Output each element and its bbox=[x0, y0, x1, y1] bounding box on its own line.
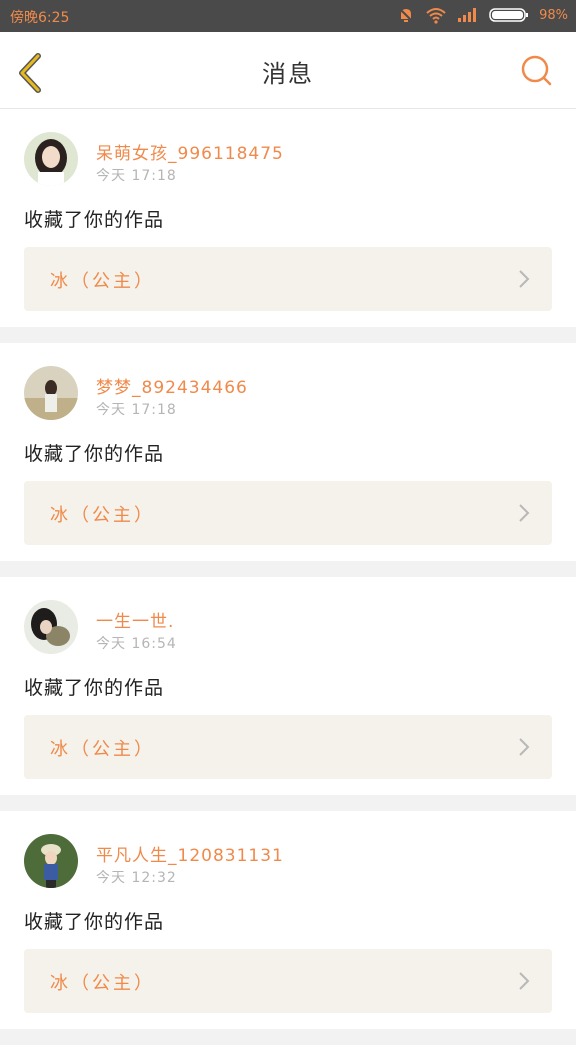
action-text: 收藏了你的作品 bbox=[24, 209, 165, 231]
avatar[interactable] bbox=[24, 600, 78, 654]
timestamp: 今天 17:18 bbox=[96, 402, 177, 418]
app-bar: 消息 bbox=[0, 32, 576, 109]
signal-icon bbox=[458, 8, 477, 22]
status-time: 傍晚6:25 bbox=[10, 10, 70, 26]
chevron-right-icon bbox=[519, 504, 530, 522]
avatar[interactable] bbox=[24, 366, 78, 420]
action-text: 收藏了你的作品 bbox=[24, 677, 165, 699]
work-title: 冰（公主） bbox=[50, 505, 155, 526]
message-card: 呆萌女孩_996118475 今天 17:18 收藏了你的作品 冰（公主） bbox=[0, 109, 576, 327]
bell-off-icon bbox=[398, 7, 414, 23]
message-card: 一生一世. 今天 16:54 收藏了你的作品 冰（公主） bbox=[0, 577, 576, 795]
username[interactable]: 平凡人生_120831131 bbox=[96, 841, 284, 866]
battery-icon bbox=[489, 8, 529, 22]
avatar[interactable] bbox=[24, 834, 78, 888]
message-list: 呆萌女孩_996118475 今天 17:18 收藏了你的作品 冰（公主） 梦梦… bbox=[0, 109, 576, 1045]
work-title: 冰（公主） bbox=[50, 973, 155, 994]
status-bar: 傍晚6:25 98% bbox=[0, 0, 576, 32]
page-title: 消息 bbox=[262, 60, 314, 88]
battery-percent: 98% bbox=[539, 7, 568, 23]
search-icon bbox=[521, 55, 552, 86]
chevron-right-icon bbox=[519, 972, 530, 990]
action-text: 收藏了你的作品 bbox=[24, 443, 165, 465]
timestamp: 今天 17:18 bbox=[96, 168, 177, 184]
work-link[interactable]: 冰（公主） bbox=[24, 481, 552, 545]
work-link[interactable]: 冰（公主） bbox=[24, 247, 552, 311]
username[interactable]: 呆萌女孩_996118475 bbox=[96, 139, 284, 164]
username[interactable]: 梦梦_892434466 bbox=[96, 373, 248, 398]
username[interactable]: 一生一世. bbox=[96, 607, 174, 632]
timestamp: 今天 12:32 bbox=[96, 870, 177, 886]
chevron-right-icon bbox=[519, 270, 530, 288]
status-icons: 98% bbox=[397, 6, 568, 24]
search-button[interactable] bbox=[520, 54, 554, 88]
work-title: 冰（公主） bbox=[50, 739, 155, 760]
message-card: 梦梦_892434466 今天 17:18 收藏了你的作品 冰（公主） bbox=[0, 343, 576, 561]
work-title: 冰（公主） bbox=[50, 271, 155, 292]
work-link[interactable]: 冰（公主） bbox=[24, 715, 552, 779]
chevron-right-icon bbox=[519, 738, 530, 756]
work-link[interactable]: 冰（公主） bbox=[24, 949, 552, 1013]
timestamp: 今天 16:54 bbox=[96, 636, 177, 652]
action-text: 收藏了你的作品 bbox=[24, 911, 165, 933]
wifi-icon bbox=[426, 8, 446, 24]
avatar[interactable] bbox=[24, 132, 78, 186]
message-card: 平凡人生_120831131 今天 12:32 收藏了你的作品 冰（公主） bbox=[0, 811, 576, 1029]
